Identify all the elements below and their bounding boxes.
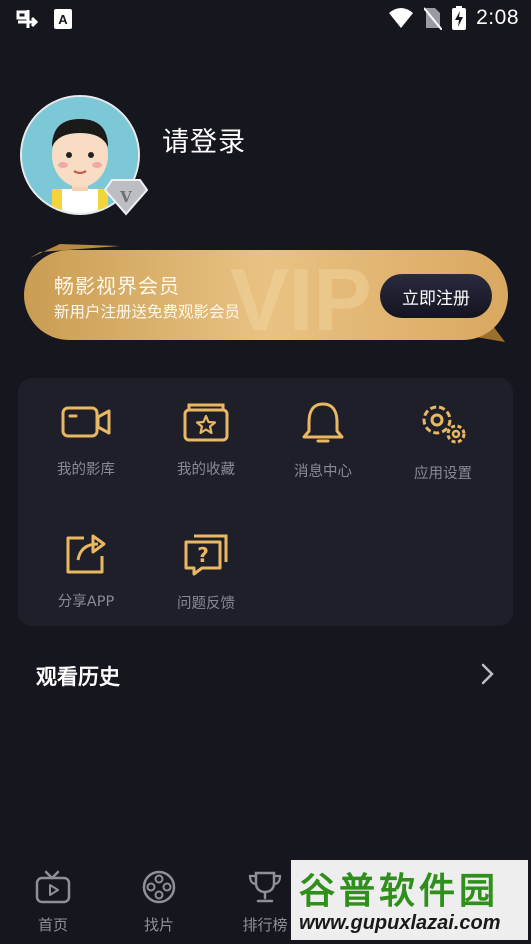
- watch-history-title[interactable]: 观看历史: [36, 661, 120, 691]
- menu-label: 问题反馈: [177, 596, 235, 612]
- tab-find-films[interactable]: 找片: [124, 870, 194, 935]
- trophy-icon: [248, 871, 282, 903]
- bell-icon: [302, 402, 344, 443]
- watermark-url: www.gupuxlazai.com: [299, 912, 501, 934]
- chevron-right-icon[interactable]: [480, 662, 496, 686]
- menu-item-settings[interactable]: 应用设置: [393, 400, 493, 483]
- menu-item-video-library[interactable]: 我的影库: [36, 400, 136, 479]
- menu-item-feedback[interactable]: ? 问题反馈: [156, 530, 256, 613]
- site-watermark: 谷普软件园 www.gupuxlazai.com: [291, 860, 528, 940]
- battery-charging-icon: [452, 6, 467, 30]
- menu-item-messages[interactable]: 消息中心: [273, 400, 373, 481]
- app-notification-icon: [16, 10, 39, 28]
- vip-subtitle: 新用户注册送免费观影会员: [54, 303, 241, 321]
- tab-rankings[interactable]: 排行榜: [230, 870, 300, 935]
- tab-label: 首页: [37, 916, 68, 934]
- menu-label: 分享APP: [57, 594, 115, 610]
- film-reel-icon: [142, 870, 176, 904]
- question-icon: ?: [184, 534, 228, 576]
- register-button[interactable]: 立即注册: [380, 274, 492, 318]
- menu-label: 应用设置: [414, 466, 472, 482]
- watermark-text: 谷普软件园: [299, 871, 500, 912]
- clock-time: 2:08: [476, 6, 519, 29]
- wifi-icon: [389, 8, 414, 28]
- svg-text:V: V: [119, 188, 132, 206]
- tab-label: 排行榜: [242, 916, 288, 934]
- no-sim-icon: [424, 7, 443, 30]
- menu-label: 我的收藏: [177, 462, 235, 478]
- vip-watermark-text: VIP: [230, 250, 372, 348]
- star-folder-icon: [183, 403, 229, 442]
- status-bar: A 2:08: [0, 0, 531, 38]
- menu-item-favorites[interactable]: 我的收藏: [156, 400, 256, 479]
- gear-icon: [422, 405, 466, 444]
- vip-level-badge: V: [104, 179, 148, 216]
- camera-icon: [61, 406, 111, 438]
- menu-label: 我的影库: [57, 462, 115, 478]
- share-icon: [66, 534, 106, 574]
- function-grid: 我的影库 我的收藏 消息中心 应用设置 分享APP ? 问题反馈: [18, 378, 513, 626]
- tab-home[interactable]: 首页: [18, 870, 88, 935]
- menu-label: 消息中心: [294, 464, 352, 480]
- svg-text:A: A: [58, 12, 68, 27]
- menu-item-share[interactable]: 分享APP: [36, 530, 136, 611]
- svg-text:?: ?: [197, 543, 209, 567]
- font-notification-icon: A: [54, 9, 72, 29]
- login-prompt[interactable]: 请登录: [162, 120, 246, 159]
- vip-title: 畅影视界会员: [54, 274, 180, 298]
- tv-icon: [35, 870, 71, 904]
- tab-label: 找片: [143, 916, 174, 934]
